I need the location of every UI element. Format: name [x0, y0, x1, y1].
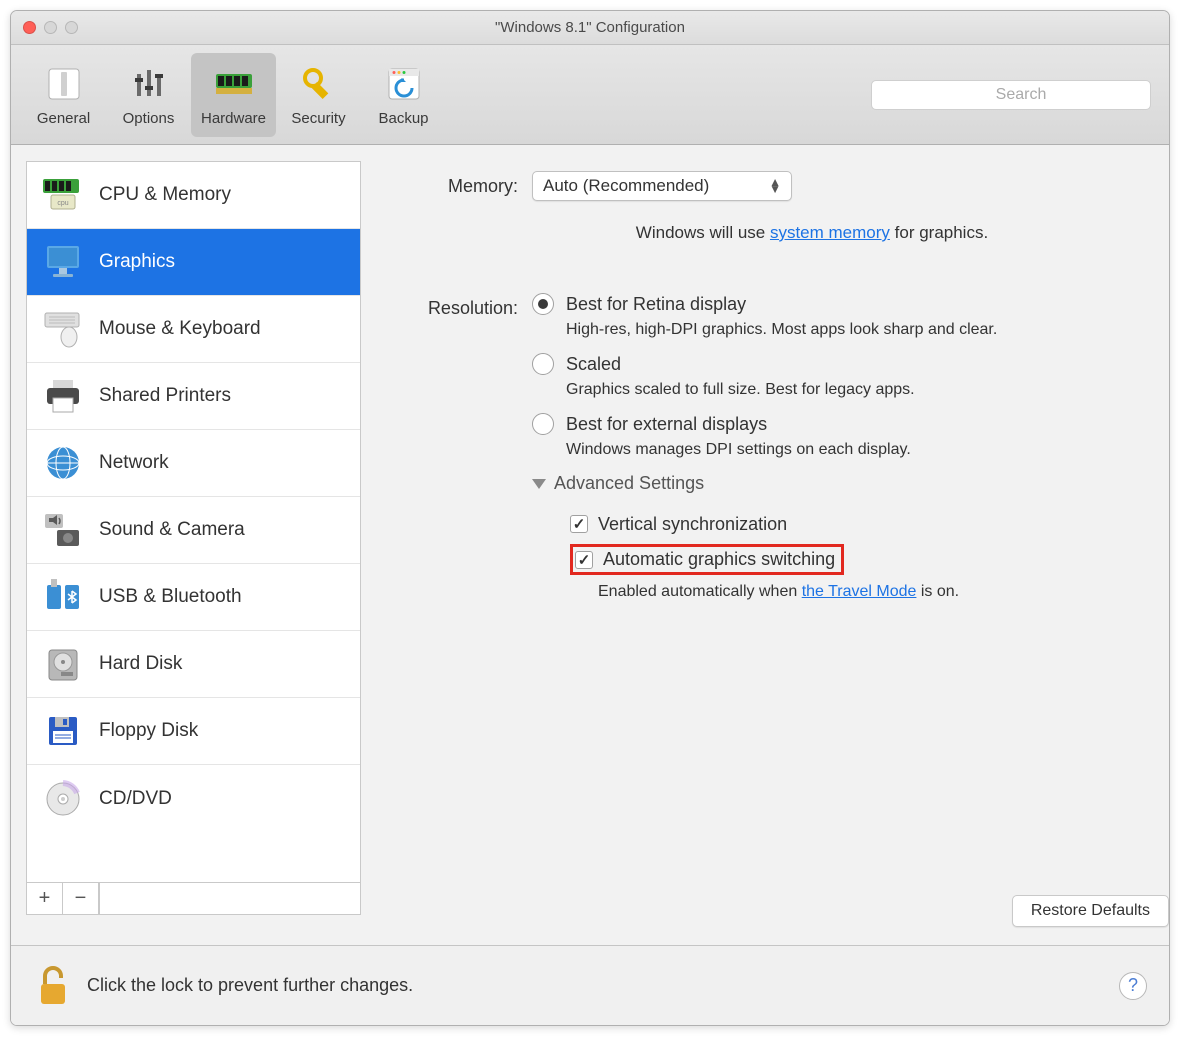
vsync-checkbox[interactable]: Vertical synchronization [570, 508, 1143, 540]
checkbox-icon [570, 515, 588, 533]
resolution-option-retina[interactable]: Best for Retina display High-res, high-D… [532, 293, 1143, 339]
gpu-switching-hint: Enabled automatically when the Travel Mo… [598, 583, 1143, 601]
sidebar-item-label: USB & Bluetooth [99, 586, 242, 608]
highlight-annotation: Automatic graphics switching [570, 544, 844, 575]
add-device-button[interactable]: + [27, 883, 63, 914]
footer-text: Click the lock to prevent further change… [87, 975, 413, 996]
sidebar-item-label: Mouse & Keyboard [99, 318, 261, 340]
titlebar: "Windows 8.1" Configuration [11, 11, 1169, 45]
svg-text:cpu: cpu [57, 200, 68, 207]
footer: Click the lock to prevent further change… [11, 945, 1169, 1025]
remove-device-button[interactable]: − [63, 883, 99, 914]
printer-icon [41, 374, 85, 418]
sidebar-item-shared-printers[interactable]: Shared Printers [27, 363, 360, 430]
general-icon [42, 62, 86, 106]
resolution-option-scaled[interactable]: Scaled Graphics scaled to full size. Bes… [532, 353, 1143, 399]
config-window: "Windows 8.1" Configuration General Opti… [10, 10, 1170, 1026]
disclosure-triangle-icon [532, 479, 546, 489]
sidebar-item-label: Sound & Camera [99, 519, 245, 541]
sidebar-item-network[interactable]: Network [27, 430, 360, 497]
usb-bluetooth-icon [41, 575, 85, 619]
network-icon [41, 441, 85, 485]
tab-general[interactable]: General [21, 53, 106, 137]
resolution-label: Resolution: [387, 293, 532, 323]
sidebar: cpu CPU & Memory Graphics Mouse & Keyboa… [26, 161, 361, 915]
content: cpu CPU & Memory Graphics Mouse & Keyboa… [11, 145, 1169, 1025]
sidebar-item-mouse-keyboard[interactable]: Mouse & Keyboard [27, 296, 360, 363]
radio-icon [532, 293, 554, 315]
toolbar: General Options Hardware Security Backup [11, 45, 1169, 145]
memory-label: Memory: [387, 171, 532, 201]
advanced-settings: Vertical synchronization Automatic graph… [570, 508, 1143, 601]
window-title: "Windows 8.1" Configuration [11, 19, 1169, 36]
floppy-disk-icon [41, 709, 85, 753]
main-panel: Memory: Auto (Recommended) ▲▼ Windows wi… [361, 145, 1169, 915]
sidebar-item-cpu-memory[interactable]: cpu CPU & Memory [27, 162, 360, 229]
hard-disk-icon [41, 642, 85, 686]
system-memory-link[interactable]: system memory [770, 223, 890, 242]
sidebar-footer: + − [26, 883, 361, 915]
tab-security[interactable]: Security [276, 53, 361, 137]
backup-icon [382, 62, 426, 106]
options-icon [127, 62, 171, 106]
travel-mode-link[interactable]: the Travel Mode [802, 583, 917, 600]
tab-options[interactable]: Options [106, 53, 191, 137]
memory-hint: Windows will use system memory for graph… [532, 223, 1092, 243]
memory-select[interactable]: Auto (Recommended) ▲▼ [532, 171, 792, 201]
tab-hardware[interactable]: Hardware [191, 53, 276, 137]
sidebar-item-hard-disk[interactable]: Hard Disk [27, 631, 360, 698]
updown-icon: ▲▼ [769, 179, 781, 193]
lock-icon[interactable] [33, 964, 73, 1008]
sidebar-item-label: Shared Printers [99, 385, 231, 407]
sidebar-item-floppy-disk[interactable]: Floppy Disk [27, 698, 360, 765]
sidebar-item-label: Hard Disk [99, 653, 182, 675]
graphics-icon [41, 240, 85, 284]
resolution-option-external[interactable]: Best for external displays Windows manag… [532, 413, 1143, 459]
sidebar-item-label: Floppy Disk [99, 720, 198, 742]
radio-icon [532, 353, 554, 375]
sidebar-item-usb-bluetooth[interactable]: USB & Bluetooth [27, 564, 360, 631]
sidebar-footer-spacer [99, 883, 360, 914]
cd-dvd-icon [41, 777, 85, 821]
sidebar-item-label: CD/DVD [99, 788, 172, 810]
mouse-keyboard-icon [41, 307, 85, 351]
sidebar-item-label: Graphics [99, 251, 175, 273]
sidebar-item-sound-camera[interactable]: Sound & Camera [27, 497, 360, 564]
checkbox-icon [575, 551, 593, 569]
sound-camera-icon [41, 508, 85, 552]
hardware-icon [212, 62, 256, 106]
restore-defaults-button[interactable]: Restore Defaults [1012, 895, 1169, 927]
sidebar-item-cd-dvd[interactable]: CD/DVD [27, 765, 360, 832]
sidebar-item-label: CPU & Memory [99, 184, 231, 206]
cpu-memory-icon: cpu [41, 173, 85, 217]
search-input[interactable] [871, 80, 1151, 110]
sidebar-item-graphics[interactable]: Graphics [27, 229, 360, 296]
sidebar-list: cpu CPU & Memory Graphics Mouse & Keyboa… [26, 161, 361, 883]
help-button[interactable]: ? [1119, 972, 1147, 1000]
gpu-switching-checkbox[interactable]: Automatic graphics switching [575, 549, 835, 570]
radio-icon [532, 413, 554, 435]
sidebar-item-label: Network [99, 452, 169, 474]
tab-backup[interactable]: Backup [361, 53, 446, 137]
security-icon [297, 62, 341, 106]
search-wrap [871, 80, 1151, 110]
advanced-settings-toggle[interactable]: Advanced Settings [532, 473, 1143, 494]
